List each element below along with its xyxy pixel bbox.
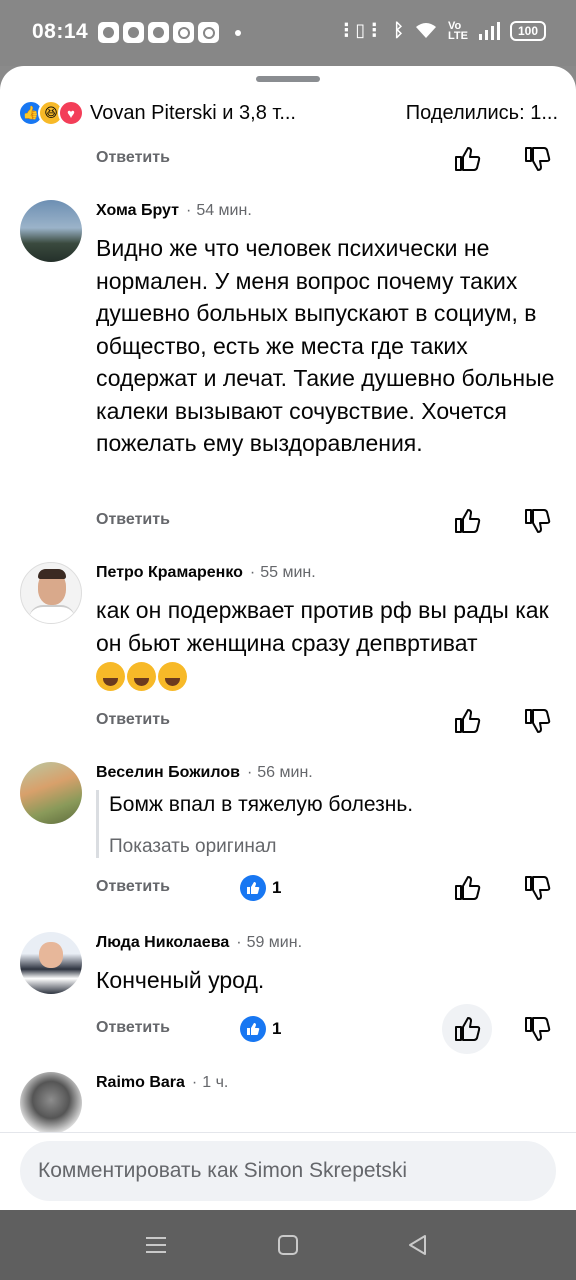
comment-time[interactable]: 55 мин. xyxy=(260,564,315,582)
avatar[interactable] xyxy=(20,932,82,994)
reply-button[interactable]: Ответить xyxy=(96,711,170,729)
comment-time[interactable]: 1 ч. xyxy=(202,1074,228,1092)
bluetooth-icon: ᛒ xyxy=(393,20,405,40)
like-count-value: 1 xyxy=(272,878,282,897)
comment-header: Веселин Божилов · 56 мин. xyxy=(96,764,313,782)
comment-header: Люда Николаева · 59 мин. xyxy=(96,934,302,952)
reactions-text: Vovan Piterski и 3,8 т... xyxy=(90,101,296,124)
rofl-emoji-icon xyxy=(96,662,125,692)
messenger-icon xyxy=(123,22,144,43)
system-nav-bar xyxy=(0,1210,576,1280)
love-icon: ♥ xyxy=(58,100,84,126)
comment-time[interactable]: 59 мин. xyxy=(247,934,302,952)
commenter-name[interactable]: Петро Крамаренко xyxy=(96,564,243,582)
like-icon xyxy=(240,1016,266,1042)
shares-count[interactable]: Поделились: 1... xyxy=(406,102,558,125)
comment-text: как он подержвает против рф вы рады как … xyxy=(96,594,558,692)
separator: · xyxy=(246,764,253,781)
commenter-name[interactable]: Веселин Божилов xyxy=(96,764,240,782)
thumb-down-icon[interactable] xyxy=(522,873,552,903)
reply-button[interactable]: Ответить xyxy=(96,149,170,167)
rofl-emoji-icon xyxy=(158,662,187,692)
telegram-icon xyxy=(148,22,169,43)
separator: · xyxy=(185,202,192,219)
comment-header: Raimo Bara · 1 ч. xyxy=(96,1074,228,1092)
thumb-up-icon[interactable] xyxy=(452,1014,482,1044)
avatar[interactable] xyxy=(20,200,82,262)
rofl-emoji-icon xyxy=(127,662,156,692)
like-count[interactable]: 1 xyxy=(240,1016,281,1042)
emoji-group xyxy=(96,662,187,692)
commenter-name[interactable]: Хома Брут xyxy=(96,202,179,220)
system-icons: ⋮▯⋮ ᛒ Vo LTE 100 xyxy=(337,20,546,41)
reactions-summary[interactable]: 👍 😆 ♥ Vovan Piterski и 3,8 т... xyxy=(18,100,296,126)
comment-text: Бомж впал в тяжелую болезнь. xyxy=(109,793,414,816)
comment-header: Петро Крамаренко · 55 мин. xyxy=(96,564,316,582)
signal-icon xyxy=(479,21,500,40)
threads-icon xyxy=(198,22,219,43)
threads-icon xyxy=(173,22,194,43)
separator: · xyxy=(191,1074,198,1091)
thumb-up-icon[interactable] xyxy=(452,706,482,736)
thumb-up-icon[interactable] xyxy=(452,144,482,174)
thumb-down-icon[interactable] xyxy=(522,144,552,174)
vibrate-icon: ⋮▯⋮ xyxy=(337,20,384,40)
like-count[interactable]: 1 xyxy=(240,875,281,901)
wifi-icon xyxy=(416,22,437,38)
comment-composer: Комментировать как Simon Skrepetski xyxy=(0,1132,576,1210)
comment-actions: Ответить 1 xyxy=(0,1004,576,1054)
battery-indicator: 100 xyxy=(510,20,546,41)
show-original-link[interactable]: Показать оригинал xyxy=(109,836,413,858)
reply-button[interactable]: Ответить xyxy=(96,511,170,529)
like-icon xyxy=(240,875,266,901)
avatar[interactable] xyxy=(20,762,82,824)
comment-input[interactable]: Комментировать как Simon Skrepetski xyxy=(20,1141,556,1201)
reply-button[interactable]: Ответить xyxy=(96,878,170,896)
translated-block: Бомж впал в тяжелую болезнь. Показать ор… xyxy=(96,790,413,858)
more-notifications-dot xyxy=(235,29,241,36)
separator: · xyxy=(249,564,256,581)
thumb-down-icon[interactable] xyxy=(522,1014,552,1044)
status-time: 08:14 xyxy=(32,20,89,43)
separator: · xyxy=(236,934,242,951)
volte-icon: Vo LTE xyxy=(448,19,468,42)
comment-text: Видно же что человек психически не норма… xyxy=(96,235,555,456)
status-bar: 08:14 ⋮▯⋮ ᛒ Vo LTE 100 xyxy=(0,0,576,66)
comment-actions: Ответить xyxy=(0,142,576,178)
back-icon[interactable] xyxy=(405,1232,431,1258)
thumb-up-icon[interactable] xyxy=(452,506,482,536)
thumb-down-icon[interactable] xyxy=(522,506,552,536)
reactions-bar: 👍 😆 ♥ Vovan Piterski и 3,8 т... Поделили… xyxy=(18,98,558,128)
comment-header: Хома Брут · 54 мин. xyxy=(96,202,252,220)
comment-actions: Ответить 1 xyxy=(0,871,576,907)
avatar[interactable] xyxy=(20,562,82,624)
avatar[interactable] xyxy=(20,1072,82,1134)
menu-icon[interactable] xyxy=(143,1232,169,1258)
comment-text: Конченый урод. xyxy=(96,967,265,993)
comment-text-content: как он подержвает против рф вы рады как … xyxy=(96,597,549,656)
like-count-value: 1 xyxy=(272,1019,282,1038)
comment-actions: Ответить xyxy=(0,704,576,740)
drag-handle[interactable] xyxy=(256,76,320,82)
thumb-up-icon[interactable] xyxy=(452,873,482,903)
comment-time[interactable]: 56 мин. xyxy=(257,764,312,782)
thumb-down-icon[interactable] xyxy=(522,706,552,736)
comment-time[interactable]: 54 мин. xyxy=(196,202,251,220)
commenter-name[interactable]: Люда Николаева xyxy=(96,934,229,952)
comments-sheet: 👍 😆 ♥ Vovan Piterski и 3,8 т... Поделили… xyxy=(0,66,576,1210)
commenter-name[interactable]: Raimo Bara xyxy=(96,1074,185,1092)
home-icon[interactable] xyxy=(275,1232,301,1258)
messenger-icon xyxy=(98,22,119,43)
notification-icons xyxy=(98,22,241,43)
comment-actions: Ответить xyxy=(0,504,576,540)
reply-button[interactable]: Ответить xyxy=(96,1019,170,1037)
